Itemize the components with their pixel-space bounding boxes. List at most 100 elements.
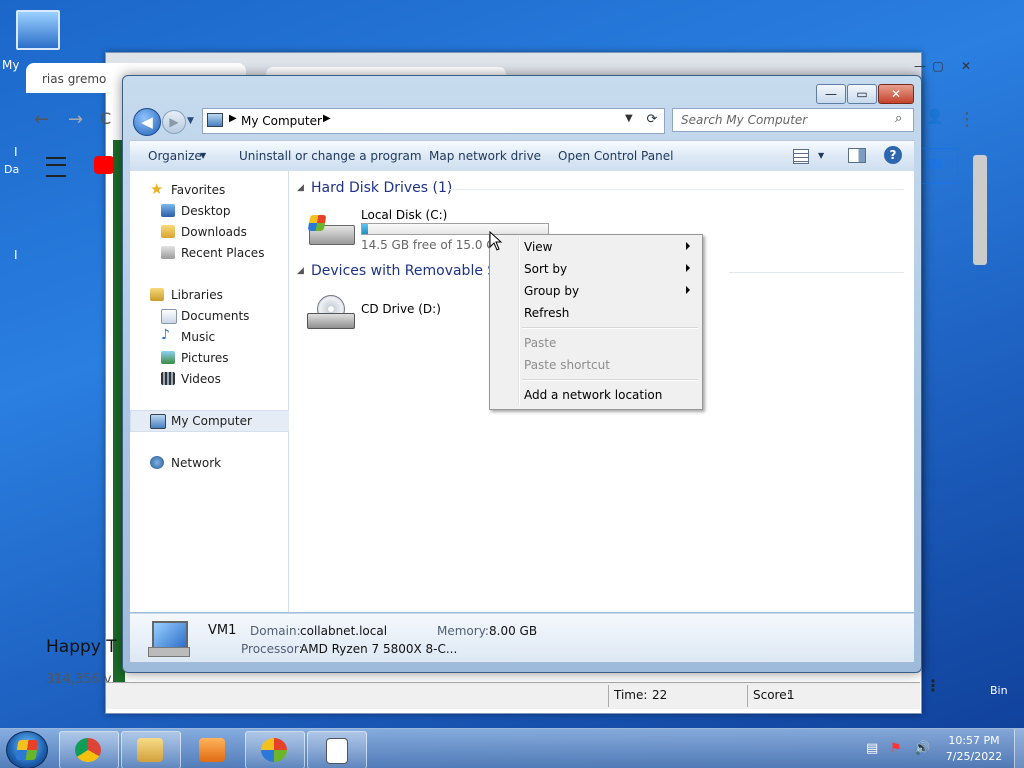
submenu-arrow-icon [686,264,690,272]
chrome-menu-icon[interactable]: ⋮ [958,109,976,130]
chrome-avatar-icon[interactable]: 👤 [926,109,943,125]
nav-pictures[interactable]: Pictures [130,348,288,368]
group-divider [729,272,904,273]
documents-icon [161,309,177,324]
drive-name: Local Disk (C:) [361,208,448,222]
video-views: 314,356 v [46,672,112,687]
search-input[interactable]: Search My Computer [681,113,807,127]
nav-videos[interactable]: Videos [130,369,288,389]
menu-label: Refresh [524,306,570,320]
menu-item-view[interactable]: View [492,236,698,258]
submenu-arrow-icon [686,242,690,250]
hamburger-menu-icon[interactable] [46,157,66,177]
action-center-flag-icon[interactable]: ⚑ [890,741,902,756]
uninstall-program-button[interactable]: Uninstall or change a program [239,149,422,163]
chrome-back-icon[interactable]: ← [34,109,49,130]
recent-pages-dropdown[interactable]: ▼ [187,116,194,126]
minimize-button[interactable]: — [816,84,846,104]
forward-button[interactable]: ▶ [162,110,186,134]
group-header-removable[interactable]: Devices with Removable St [311,263,502,279]
volume-icon[interactable]: 🔊 [914,741,930,756]
search-box[interactable]: Search My Computer ⌕ [672,108,914,132]
domain-value: collabnet.local [300,624,388,638]
computer-desktop-icon[interactable] [8,10,68,50]
menu-item-sort-by[interactable]: Sort by [492,258,698,280]
video-title[interactable]: Happy T [46,637,117,657]
breadcrumb-chevron-icon[interactable]: ▶ [229,113,237,124]
nav-libraries[interactable]: Libraries [130,285,288,305]
nav-music[interactable]: ♪ Music [130,327,288,347]
menu-item-paste[interactable]: Paste [492,332,698,354]
submenu-arrow-icon [686,286,690,294]
group-header-hard-disk[interactable]: Hard Disk Drives (1) [311,180,452,196]
back-button[interactable]: ◀ [133,108,161,136]
time-value: 22 [652,688,668,702]
more-options-icon[interactable]: ⋮ [925,676,941,695]
recent-places-icon [161,246,175,259]
menu-item-group-by[interactable]: Group by [492,280,698,302]
address-bar[interactable]: ▶ My Computer ▶ ▼ [202,108,665,134]
nav-desktop[interactable]: Desktop [130,201,288,221]
chrome-reload-icon[interactable]: C [100,109,111,128]
nav-my-computer[interactable]: My Computer [130,410,290,432]
help-icon[interactable]: ? [884,146,902,164]
drive-free-space: 14.5 GB free of 15.0 GB [361,238,504,252]
nav-label: Network [171,456,222,470]
memory-label: Memory: [437,624,489,638]
taskbar-solitaire[interactable] [307,731,367,768]
start-button[interactable] [6,731,48,768]
taskbar-windows-app[interactable] [245,731,305,768]
organize-button[interactable]: Organize [148,149,202,163]
nav-network[interactable]: Network [130,453,288,473]
clock-time: 10:57 PM [948,734,1000,747]
cd-drive-icon [307,295,355,329]
music-note-icon: ♪ [161,327,170,343]
taskbar-chrome[interactable] [59,731,119,768]
preview-pane-icon[interactable] [848,148,866,163]
downloads-folder-icon [161,225,175,238]
view-options-arrow-icon[interactable]: ▼ [818,151,824,160]
chrome-max-button[interactable]: ▢ [924,59,952,75]
nav-downloads[interactable]: Downloads [130,222,288,242]
collapse-group-icon[interactable]: ◢ [297,266,304,276]
map-network-drive-button[interactable]: Map network drive [429,149,541,163]
organize-arrow-icon[interactable]: ▼ [200,151,206,160]
nav-label: Libraries [171,288,223,302]
network-tray-icon[interactable]: ▤ [866,741,878,756]
menu-separator [522,379,698,381]
system-clock[interactable]: 10:57 PM 7/25/2022 [938,733,1010,765]
chrome-close-button[interactable]: ✕ [952,59,980,75]
context-menu: View Sort by Group by Refresh Paste Past… [489,234,703,410]
menu-item-add-network-location[interactable]: Add a network location [492,384,698,406]
cd-drive-item[interactable]: CD Drive (D:) [305,291,505,337]
chrome-scrollbar-thumb[interactable] [973,155,987,265]
chrome-forward-icon[interactable]: → [68,109,83,130]
search-icon[interactable]: ⌕ [895,111,902,126]
taskbar-explorer[interactable] [121,731,181,768]
refresh-icon[interactable]: ⟳ [642,108,662,132]
open-control-panel-button[interactable]: Open Control Panel [558,149,673,163]
menu-label: Group by [524,284,580,298]
menu-label: View [524,240,553,254]
breadcrumb-my-computer[interactable]: My Computer [241,114,322,128]
nav-recent-places[interactable]: Recent Places [130,243,288,263]
change-view-icon[interactable] [793,149,809,164]
breadcrumb-chevron-icon[interactable]: ▶ [323,113,331,124]
youtube-logo-icon[interactable] [94,156,114,174]
show-desktop-button[interactable] [1014,729,1024,768]
close-button[interactable]: ✕ [878,84,914,104]
network-icon [150,456,164,469]
desktop-icon-label: My [2,58,20,72]
taskbar: ▤ ⚑ 🔊 10:57 PM 7/25/2022 [0,728,1024,768]
nav-documents[interactable]: Documents [130,306,288,326]
menu-item-refresh[interactable]: Refresh [492,302,698,324]
address-dropdown-icon[interactable]: ▼ [625,113,633,124]
nav-favorites[interactable]: ★ Favorites [130,180,288,200]
maximize-button[interactable]: ▭ [847,84,877,104]
menu-item-paste-shortcut[interactable]: Paste shortcut [492,354,698,376]
collapse-group-icon[interactable]: ◢ [297,183,304,193]
desktop-icon-label-3: Da [4,163,20,176]
menu-label: Sort by [524,262,568,276]
disk-usage-fill [362,224,369,234]
taskbar-media-player[interactable] [183,731,243,768]
